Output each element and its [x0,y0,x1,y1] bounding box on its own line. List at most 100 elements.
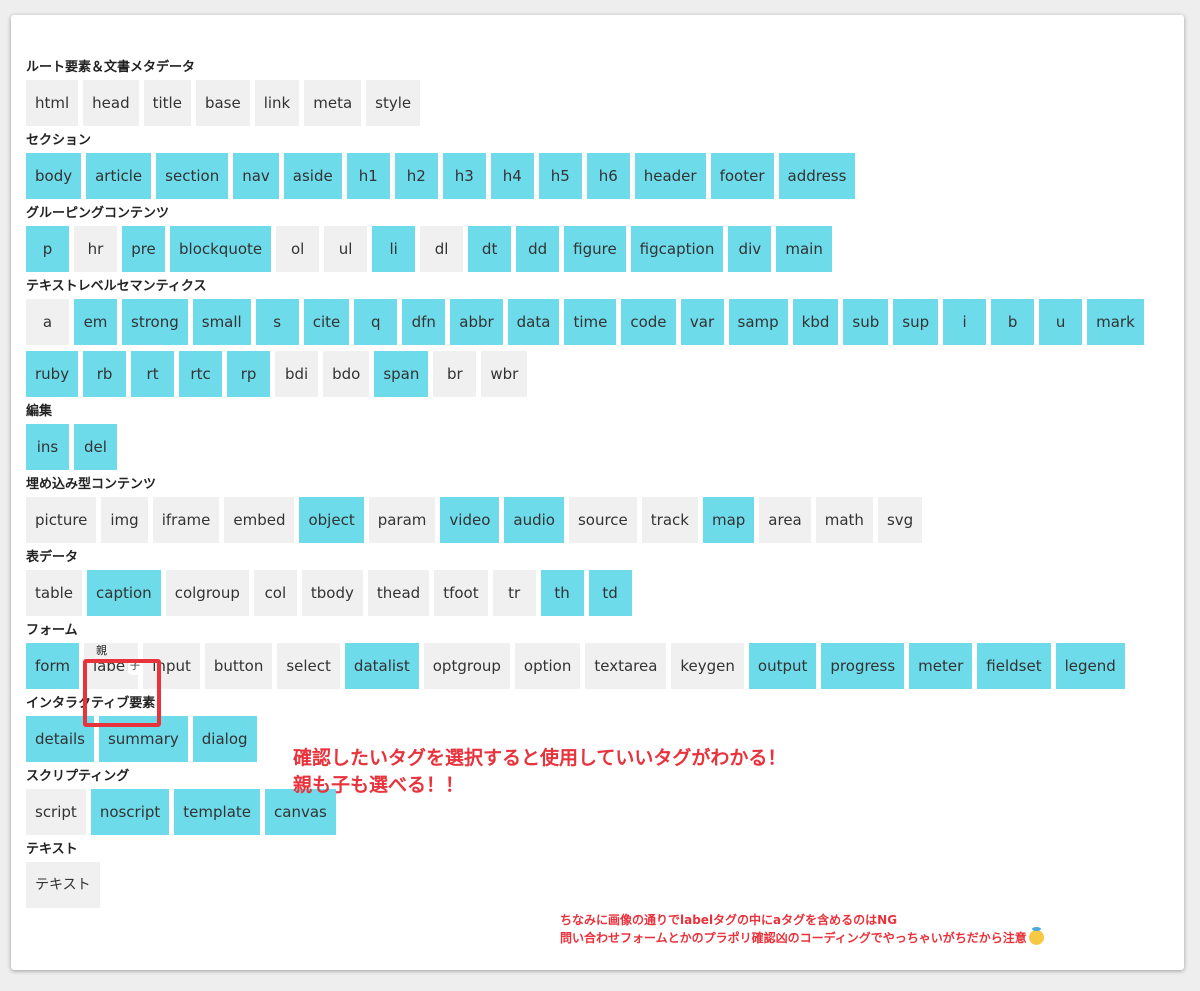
tag-button-img[interactable]: img [101,497,148,543]
tag-button-s[interactable]: s [255,299,299,345]
tag-button-del[interactable]: del [74,424,117,470]
tag-button-noscript[interactable]: noscript [90,789,170,835]
tag-button-bdo[interactable]: bdo [323,351,370,397]
tag-button-thead[interactable]: thead [367,570,430,616]
tag-button-details[interactable]: details [26,716,94,762]
tag-button-body[interactable]: body [26,153,82,199]
tag-button-head[interactable]: head [83,80,139,126]
tag-button-h5[interactable]: h5 [538,153,582,199]
tag-button-summary[interactable]: summary [98,716,188,762]
tag-button-param[interactable]: param [368,497,436,543]
tag-button-bdi[interactable]: bdi [275,351,319,397]
tag-button-ol[interactable]: ol [276,226,320,272]
tag-button-output[interactable]: output [748,643,817,689]
tag-button-base[interactable]: base [195,80,250,126]
tag-button-i[interactable]: i [943,299,987,345]
tag-button-article[interactable]: article [86,153,152,199]
tag-button-sub[interactable]: sub [843,299,889,345]
tag-button-embed[interactable]: embed [224,497,295,543]
tag-button-script[interactable]: script [26,789,86,835]
tag-button-aside[interactable]: aside [283,153,342,199]
tag-button-address[interactable]: address [778,153,856,199]
tag-button-kbd[interactable]: kbd [792,299,839,345]
tag-button-code[interactable]: code [621,299,676,345]
tag-button-th[interactable]: th [540,570,584,616]
tag-button-span[interactable]: span [374,351,429,397]
tag-button-area[interactable]: area [759,497,811,543]
tag-button-rt[interactable]: rt [131,351,175,397]
tag-button-footer[interactable]: footer [710,153,774,199]
tag-button-track[interactable]: track [641,497,698,543]
tag-button-main[interactable]: main [776,226,832,272]
tag-button-colgroup[interactable]: colgroup [165,570,249,616]
tag-button-dd[interactable]: dd [516,226,560,272]
tag-button-b[interactable]: b [991,299,1035,345]
tag-button-fieldset[interactable]: fieldset [977,643,1051,689]
tag-button-object[interactable]: object [299,497,364,543]
tag-button-optgroup[interactable]: optgroup [423,643,510,689]
tag-button-datalist[interactable]: datalist [344,643,419,689]
tag-button-u[interactable]: u [1039,299,1083,345]
tag-button-br[interactable]: br [433,351,477,397]
tag-button-option[interactable]: option [514,643,581,689]
tag-button-svg[interactable]: svg [877,497,923,543]
tag-button-h4[interactable]: h4 [490,153,534,199]
tag-button-input[interactable]: input [143,643,200,689]
tag-button-link[interactable]: link [254,80,300,126]
tag-button-header[interactable]: header [634,153,706,199]
tag-button-table[interactable]: table [26,570,82,616]
tag-button-progress[interactable]: progress [821,643,905,689]
tag-button-dialog[interactable]: dialog [192,716,257,762]
tag-button-div[interactable]: div [728,226,772,272]
tag-button-label[interactable]: label 親子 [83,643,144,689]
tag-button-section[interactable]: section [156,153,229,199]
tag-button-audio[interactable]: audio [504,497,564,543]
tag-button-rb[interactable]: rb [83,351,127,397]
tag-button-h3[interactable]: h3 [442,153,486,199]
tag-button-dt[interactable]: dt [468,226,512,272]
tag-button-meter[interactable]: meter [909,643,973,689]
tag-button-rp[interactable]: rp [227,351,271,397]
tag-button-dfn[interactable]: dfn [402,299,446,345]
tag-button-h6[interactable]: h6 [586,153,630,199]
tag-button-ins[interactable]: ins [26,424,69,470]
tag-button-q[interactable]: q [354,299,398,345]
tag-button-tbody[interactable]: tbody [301,570,363,616]
tag-button-abbr[interactable]: abbr [450,299,503,345]
child-marker[interactable]: 子 [125,659,144,675]
tag-button-mark[interactable]: mark [1087,299,1144,345]
tag-button-em[interactable]: em [74,299,117,345]
tag-button-col[interactable]: col [253,570,297,616]
tag-button-wbr[interactable]: wbr [481,351,528,397]
tag-button-math[interactable]: math [815,497,873,543]
tag-button-iframe[interactable]: iframe [152,497,220,543]
tag-button-time[interactable]: time [564,299,617,345]
tag-button-source[interactable]: source [568,497,637,543]
tag-button-nav[interactable]: nav [233,153,279,199]
tag-button-form[interactable]: form [26,643,79,689]
tag-button-style[interactable]: style [366,80,421,126]
tag-button-figcaption[interactable]: figcaption [630,226,724,272]
tag-button-figure[interactable]: figure [564,226,626,272]
tag-button-td[interactable]: td [588,570,632,616]
tag-button-video[interactable]: video [440,497,500,543]
tag-button-keygen[interactable]: keygen [671,643,744,689]
tag-button-hr[interactable]: hr [74,226,117,272]
tag-button-text[interactable]: テキスト [26,862,100,908]
tag-button-p[interactable]: p [26,226,69,272]
tag-button-button[interactable]: button [204,643,273,689]
tag-button-ul[interactable]: ul [324,226,368,272]
tag-button-data[interactable]: data [507,299,560,345]
tag-button-pre[interactable]: pre [122,226,165,272]
tag-button-picture[interactable]: picture [26,497,97,543]
tag-button-tr[interactable]: tr [492,570,536,616]
tag-button-rtc[interactable]: rtc [179,351,223,397]
tag-button-ruby[interactable]: ruby [26,351,79,397]
tag-button-small[interactable]: small [192,299,251,345]
tag-button-meta[interactable]: meta [304,80,362,126]
tag-button-li[interactable]: li [372,226,416,272]
tag-button-dl[interactable]: dl [420,226,464,272]
tag-button-title[interactable]: title [143,80,191,126]
tag-button-tfoot[interactable]: tfoot [434,570,488,616]
tag-button-h2[interactable]: h2 [394,153,438,199]
